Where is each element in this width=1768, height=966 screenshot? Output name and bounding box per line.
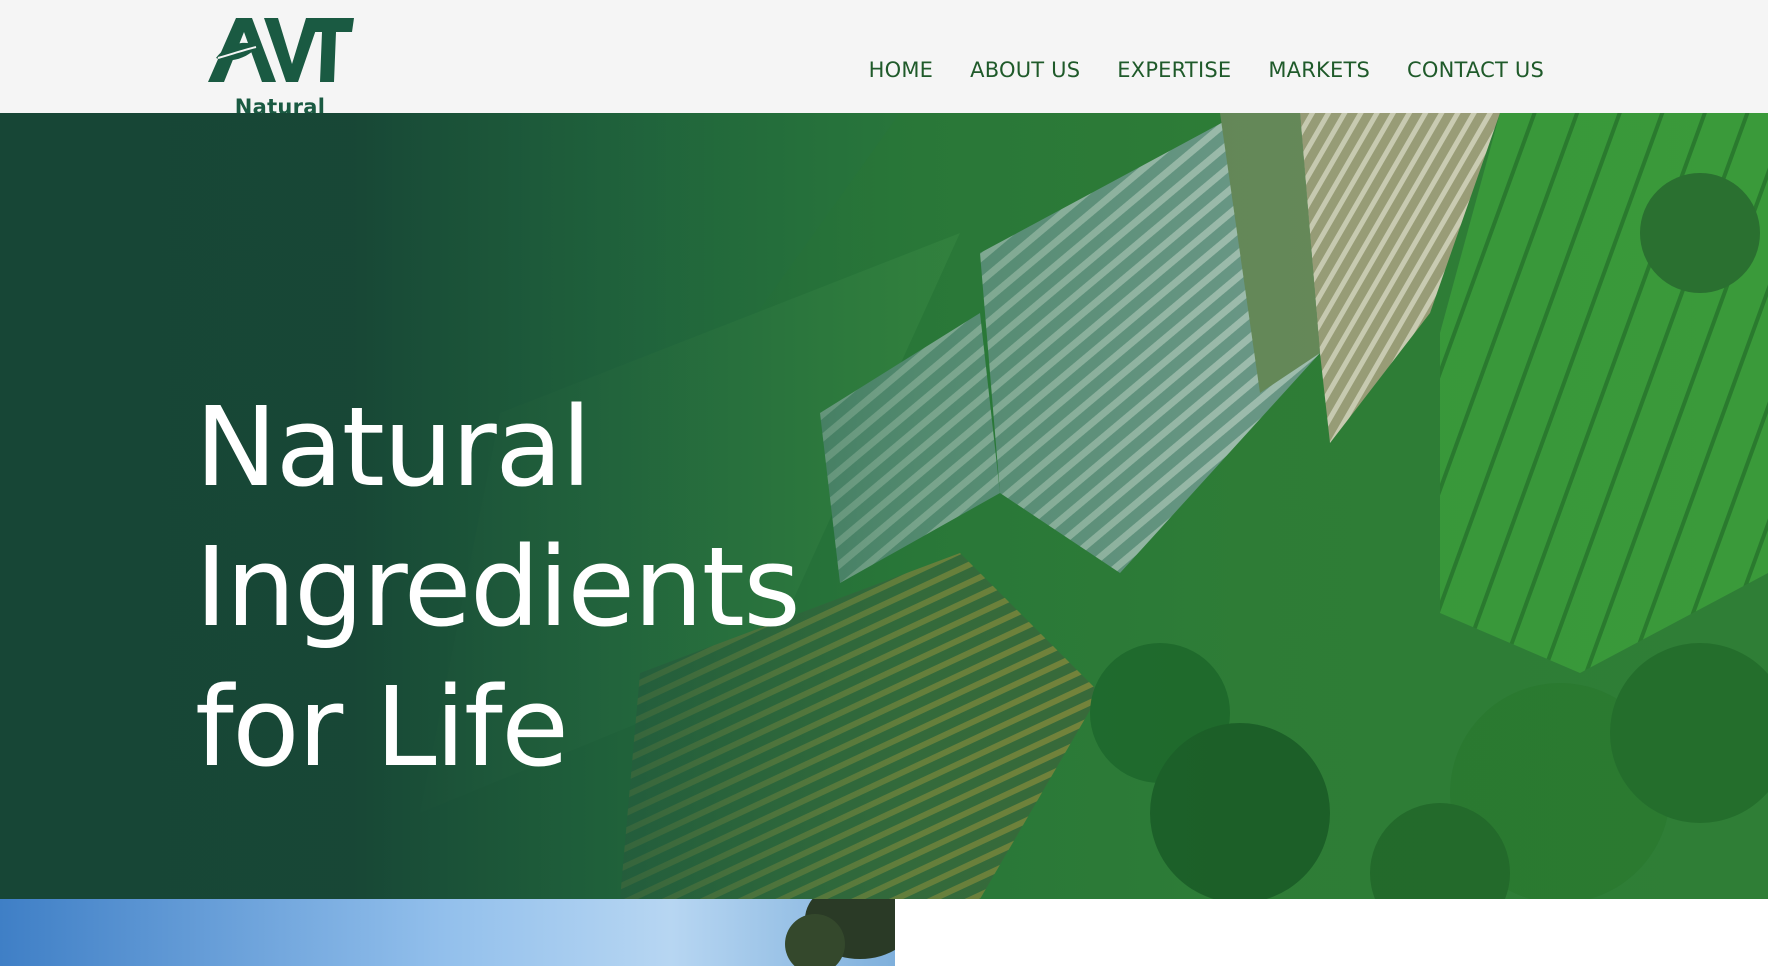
site-header: Natural HOME ABOUT US EXPERTISE MARKETS … (0, 0, 1768, 118)
sky-and-trees-image (0, 899, 895, 966)
avt-natural-logo[interactable]: Natural (206, 14, 354, 118)
hero-title-line-3: for Life (195, 662, 569, 791)
sky-image-graphic (0, 899, 895, 966)
avt-logo-mark (208, 18, 354, 82)
nav-home[interactable]: HOME (869, 56, 934, 84)
hero-title: Natural Ingredients for Life (195, 377, 801, 797)
hero-section: Natural Ingredients for Life (0, 113, 1768, 899)
content-panel (895, 899, 1768, 966)
hero-title-line-1: Natural (195, 382, 592, 511)
hero-title-line-2: Ingredients (195, 522, 801, 651)
nav-markets[interactable]: MARKETS (1268, 56, 1370, 84)
main-navigation: HOME ABOUT US EXPERTISE MARKETS CONTACT … (869, 56, 1544, 84)
nav-about-us[interactable]: ABOUT US (970, 56, 1080, 84)
nav-expertise[interactable]: EXPERTISE (1117, 56, 1231, 84)
nav-contact-us[interactable]: CONTACT US (1407, 56, 1544, 84)
